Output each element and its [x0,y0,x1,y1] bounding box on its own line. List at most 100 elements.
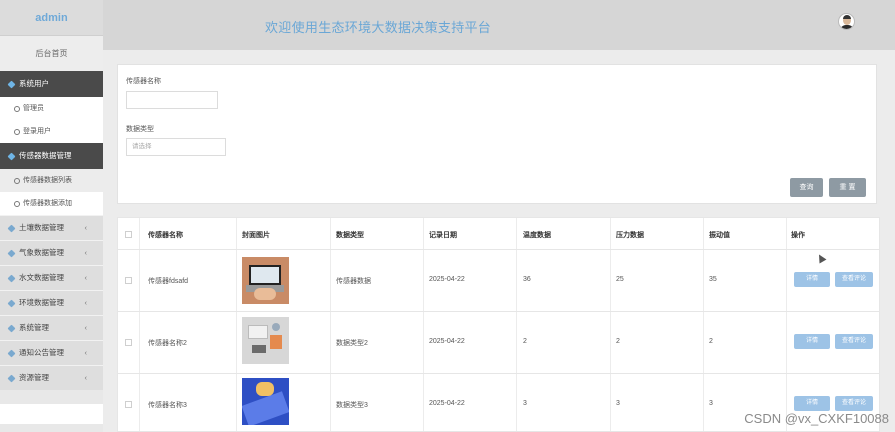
sidebar-item-home[interactable]: 后台首页 [0,36,103,71]
cell-data-type: 传感器数据 [336,278,371,285]
circle-icon [14,177,20,184]
cell-sensor-name: 传感器名称2 [148,340,187,347]
device-shape [252,345,266,353]
sidebar: admin 后台首页 系统用户 管理员 登录用户 传感器数据管理 传感器数据列表… [0,0,103,432]
cell-data-type: 数据类型2 [336,340,368,347]
row-checkbox[interactable] [125,277,132,284]
header-record-date: 记录日期 [429,232,457,239]
sensor-name-label: 传感器名称 [126,78,161,85]
diamond-icon [7,374,16,382]
diamond-icon [7,80,16,88]
detail-button[interactable]: 详情 [794,396,830,411]
chevron-left-icon: ‹ [84,298,88,307]
header-temperature: 温度数据 [523,232,551,239]
sidebar-group-label: 资源管理 [19,373,49,382]
diamond-icon [7,299,16,307]
cell-sensor-name: 传感器名称3 [148,402,187,409]
sidebar-group-users[interactable]: 系统用户 [0,71,103,97]
header-actions: 操作 [791,232,805,239]
cell-temperature: 36 [523,276,531,283]
diamond-icon [7,224,16,232]
sidebar-group-label: 系统用户 [19,79,49,88]
row-checkbox[interactable] [125,401,132,408]
circle-icon [14,105,20,112]
cover-image-keyboard [242,378,289,425]
keyboard-shape [242,391,289,425]
plant-shape [272,323,280,331]
avatar-hair [843,15,851,19]
chevron-left-icon: ‹ [84,248,88,257]
cover-image-desk [242,317,289,364]
table-header-row: 传感器名称 封面图片 数据类型 记录日期 温度数据 压力数据 振动值 操作 [118,218,879,250]
sidebar-group-label: 水文数据管理 [19,273,64,282]
sensor-name-input[interactable] [126,91,218,109]
screen-shape [251,267,279,283]
hand-shape [254,288,276,300]
diamond-icon [7,152,16,160]
top-header: 欢迎使用生态环境大数据决策支持平台 [103,0,895,50]
cell-vibration: 35 [709,276,717,283]
sidebar-group-weather[interactable]: 气象数据管理 ‹ [0,240,103,265]
sidebar-group-label: 土壤数据管理 [19,223,64,232]
sidebar-group-notice[interactable]: 通知公告管理 ‹ [0,340,103,365]
chevron-left-icon: ‹ [84,348,88,357]
chevron-left-icon: ‹ [84,323,88,332]
select-all-checkbox[interactable] [125,231,132,238]
chevron-left-icon: ‹ [84,273,88,282]
sidebar-item-login-users[interactable]: 登录用户 [0,120,103,143]
cell-temperature: 2 [523,338,527,345]
reset-button[interactable]: 重 置 [829,178,866,197]
detail-button[interactable]: 详情 [794,334,830,349]
app-root: admin 后台首页 系统用户 管理员 登录用户 传感器数据管理 传感器数据列表… [0,0,895,432]
table-row: 传感器名称2 数据类型2 2025-04-22 2 2 2 详情 查看评论 [118,312,879,374]
sidebar-group-label: 系统管理 [19,323,49,332]
avatar[interactable] [838,13,855,30]
row-checkbox[interactable] [125,339,132,346]
brand-logo: admin [0,0,103,36]
query-button[interactable]: 查询 [790,178,823,197]
header-cover-image: 封面图片 [242,232,270,239]
sidebar-group-system[interactable]: 系统管理 ‹ [0,315,103,340]
avatar-suit [840,25,854,29]
watermark: CSDN @vx_CXKF10088 [744,411,889,426]
cell-pressure: 25 [616,276,624,283]
sidebar-item-sensor-add[interactable]: 传感器数据添加 [0,192,103,215]
diamond-icon [7,249,16,257]
sidebar-group-label: 通知公告管理 [19,348,64,357]
sidebar-group-label: 传感器数据管理 [19,151,72,160]
diamond-icon [7,349,16,357]
sidebar-item-admin[interactable]: 管理员 [0,97,103,120]
sidebar-group-label: 气象数据管理 [19,248,64,257]
sidebar-item-label: 管理员 [23,105,44,112]
sidebar-group-resource[interactable]: 资源管理 ‹ [0,365,103,390]
cell-vibration: 2 [709,338,713,345]
cell-record-date: 2025-04-22 [429,400,465,407]
circle-icon [14,200,20,207]
sidebar-group-environment[interactable]: 环境数据管理 ‹ [0,290,103,315]
detail-button[interactable]: 详情 [794,272,830,287]
sidebar-footer [0,404,103,424]
chevron-left-icon: ‹ [84,223,88,232]
cell-temperature: 3 [523,400,527,407]
hand-shape [256,382,274,396]
view-comments-button[interactable]: 查看评论 [835,396,873,411]
table-row: 传感器fdsafd 传感器数据 2025-04-22 36 25 35 详情 查… [118,250,879,312]
sidebar-group-hydrology[interactable]: 水文数据管理 ‹ [0,265,103,290]
book-shape [270,335,282,349]
cell-record-date: 2025-04-22 [429,276,465,283]
view-comments-button[interactable]: 查看评论 [835,334,873,349]
cell-pressure: 2 [616,338,620,345]
data-type-select[interactable]: 请选择 [126,138,226,156]
header-vibration: 振动值 [709,232,730,239]
page-title: 欢迎使用生态环境大数据决策支持平台 [265,20,492,35]
diamond-icon [7,324,16,332]
sidebar-item-sensor-list[interactable]: 传感器数据列表 [0,169,103,192]
cell-pressure: 3 [616,400,620,407]
cell-vibration: 3 [709,400,713,407]
view-comments-button[interactable]: 查看评论 [835,272,873,287]
header-data-type: 数据类型 [336,232,364,239]
sidebar-group-sensor[interactable]: 传感器数据管理 [0,143,103,169]
sidebar-item-label: 登录用户 [23,128,51,135]
sidebar-group-soil[interactable]: 土壤数据管理 ‹ [0,215,103,240]
cover-image-laptop [242,257,289,304]
